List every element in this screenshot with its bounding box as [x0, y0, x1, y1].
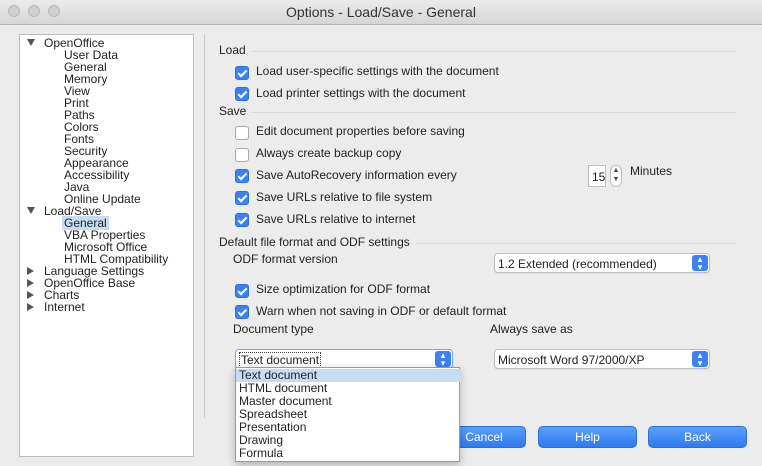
divider — [417, 243, 736, 244]
document-type-label: Document type — [233, 322, 314, 336]
urls-internet-checkbox[interactable] — [235, 213, 249, 227]
save-heading: Save — [219, 104, 247, 118]
size-optimization-checkbox[interactable] — [235, 284, 249, 298]
help-button[interactable]: Help — [538, 426, 637, 448]
dropdown-option[interactable]: Formula — [236, 447, 462, 460]
edit-properties-checkbox[interactable] — [235, 126, 249, 140]
autorecovery-stepper[interactable]: ▲ ▼ — [610, 165, 622, 187]
load-heading: Load — [219, 43, 246, 57]
always-save-as-label: Always save as — [490, 322, 573, 336]
backup-copy-label: Always create backup copy — [256, 146, 402, 160]
autorecovery-checkbox[interactable] — [235, 169, 249, 183]
odf-heading: Default file format and ODF settings — [219, 235, 410, 249]
backup-copy-checkbox[interactable] — [235, 148, 249, 162]
odf-version-label: ODF format version — [233, 252, 338, 266]
always-save-as-select[interactable]: Microsoft Word 97/2000/XP ▴ ▾ — [494, 349, 710, 369]
document-type-dropdown[interactable]: Text document HTML document Master docum… — [235, 367, 462, 462]
divider — [251, 51, 736, 52]
window-title: Options - Load/Save - General — [286, 4, 476, 20]
title-bar: Options - Load/Save - General — [0, 0, 762, 25]
collapsed-triangle-icon[interactable] — [27, 279, 34, 287]
chevron-updown-icon: ▴ ▾ — [692, 255, 708, 272]
odf-version-select[interactable]: 1.2 Extended (recommended) ▴ ▾ — [494, 253, 710, 273]
autorecovery-minutes-input[interactable]: 15 — [588, 165, 606, 187]
expand-triangle-icon[interactable] — [27, 207, 35, 214]
load-printer-settings-checkbox[interactable] — [235, 87, 249, 101]
warn-format-label: Warn when not saving in ODF or default f… — [256, 304, 507, 318]
back-button[interactable]: Back — [648, 426, 747, 448]
urls-file-system-label: Save URLs relative to file system — [256, 190, 433, 204]
expand-triangle-icon[interactable] — [27, 39, 35, 46]
autorecovery-label: Save AutoRecovery information every — [256, 168, 457, 182]
urls-file-system-checkbox[interactable] — [235, 191, 249, 205]
load-printer-settings-label: Load printer settings with the document — [256, 86, 466, 100]
collapsed-triangle-icon[interactable] — [27, 291, 34, 299]
options-tree[interactable]: OpenOffice User Data General Memory View… — [19, 34, 194, 457]
collapsed-triangle-icon[interactable] — [27, 267, 34, 275]
warn-format-checkbox[interactable] — [235, 305, 249, 319]
tree-item-internet[interactable]: Internet — [20, 301, 190, 313]
collapsed-triangle-icon[interactable] — [27, 303, 34, 311]
size-optimization-label: Size optimization for ODF format — [256, 282, 431, 296]
divider — [251, 112, 736, 113]
document-type-select[interactable]: Text document ▴ ▾ — [235, 349, 453, 369]
urls-internet-label: Save URLs relative to internet — [256, 212, 416, 226]
edit-properties-label: Edit document properties before saving — [256, 124, 465, 138]
load-user-settings-label: Load user-specific settings with the doc… — [256, 64, 499, 78]
minutes-label: Minutes — [630, 164, 673, 178]
chevron-updown-icon: ▴ ▾ — [435, 351, 451, 368]
chevron-updown-icon: ▴ ▾ — [692, 351, 708, 368]
load-user-settings-checkbox[interactable] — [235, 66, 249, 80]
